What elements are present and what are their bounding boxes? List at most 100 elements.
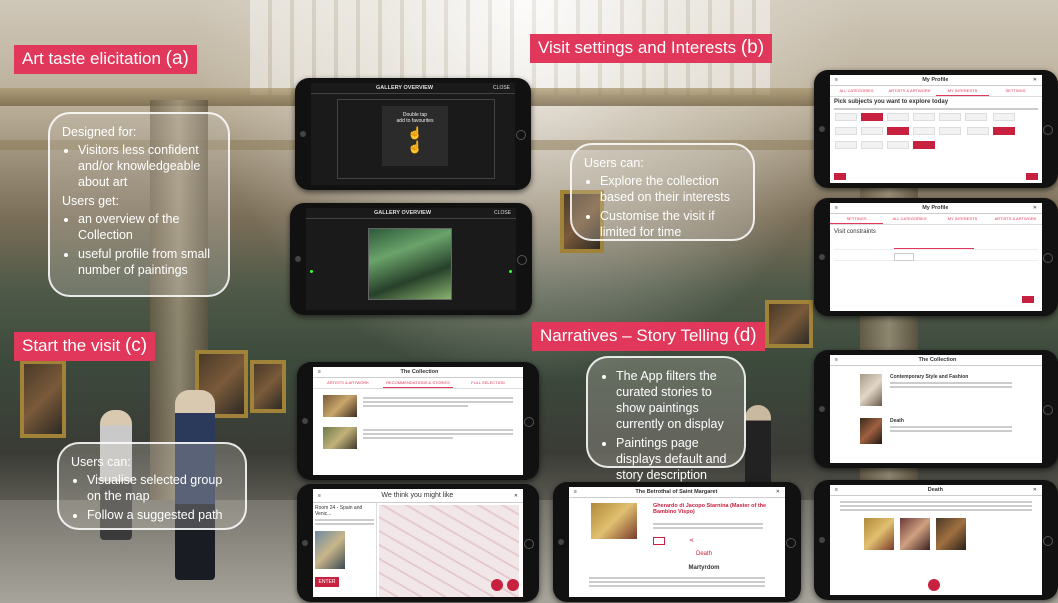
profile-tabs: ALL CATEGORIES ARTISTS & ARTWORK MY INTE… [830, 86, 1042, 97]
subject-chip[interactable] [913, 127, 935, 135]
screen-title: GALLERY OVERVIEW [374, 210, 432, 216]
story-item[interactable]: Death [830, 414, 1042, 448]
subject-chip[interactable] [965, 113, 987, 121]
section-letter: (c) [124, 335, 148, 356]
phone-collection-recommendations: ≡ The Collection ARTISTS & ARTWORK RECOMM… [297, 362, 539, 480]
location-fab[interactable] [491, 579, 503, 591]
room-thumbnail [315, 531, 345, 569]
visit-constraints-heading: Visit constraints [834, 229, 876, 235]
section-title-text: Narratives – Story Telling [540, 326, 734, 345]
phone-my-profile-interests: ≡ My Profile ✕ ALL CATEGORIES ARTISTS & AR… [814, 70, 1058, 188]
subject-chip[interactable] [992, 113, 1015, 121]
close-icon[interactable]: ✕ [514, 493, 518, 499]
story-image[interactable] [900, 518, 930, 550]
close-icon[interactable]: ✕ [1033, 77, 1037, 83]
tab-my-interests[interactable]: MY INTERESTS [936, 214, 989, 224]
section-title-art-taste: Art taste elicitation (a) [14, 45, 197, 74]
story-item[interactable] [313, 423, 523, 453]
next-button[interactable] [1022, 296, 1034, 303]
phone-screen: ≡ The Betrothal of Saint Margaret ✕ Gherar… [569, 487, 785, 597]
pick-subjects-heading: Pick subjects you want to explore today [834, 99, 949, 105]
section-letter: (a) [165, 48, 189, 69]
subject-chip[interactable] [992, 127, 1015, 135]
close-button[interactable]: CLOSE [494, 210, 511, 216]
tab-all-categories[interactable]: ALL CATEGORIES [883, 214, 936, 224]
subject-chip[interactable] [887, 113, 909, 121]
route-fab[interactable] [507, 579, 519, 591]
story-thumbnail [323, 395, 357, 417]
close-icon[interactable]: ✕ [1033, 205, 1037, 211]
play-fab[interactable] [928, 579, 940, 591]
subject-chips [830, 111, 1042, 153]
section-title-start-visit: Start the visit (c) [14, 332, 156, 361]
room-panel: Room 24 - Spain and Venic... ENTER [313, 503, 377, 597]
gallery-painting [20, 360, 66, 438]
note-bullet: Explore the collection based on their in… [600, 173, 741, 205]
story-title: Contemporary Style and Fashion [890, 374, 969, 380]
note-heading: Designed for: [62, 125, 137, 139]
next-button[interactable] [1026, 173, 1038, 180]
story-thumbnail [323, 427, 357, 449]
section-title-narratives: Narratives – Story Telling (d) [532, 322, 765, 351]
constraint-row[interactable] [834, 241, 1038, 250]
subject-chip[interactable] [887, 127, 909, 135]
tap-hint: Double tap add to favourites ☝ ☝ [382, 106, 448, 166]
nav-dot-icon[interactable] [310, 270, 313, 273]
story-image[interactable] [864, 518, 894, 550]
close-icon[interactable]: ✕ [776, 489, 780, 495]
tab-full-selection[interactable]: FULL SELECTION [453, 378, 523, 388]
tab-recommendations[interactable]: RECOMMENDATIONS & STORIES [383, 378, 453, 388]
subject-chip[interactable] [939, 127, 961, 135]
subject-chip[interactable] [835, 127, 857, 135]
phone-screen: GALLERY OVERVIEW CLOSE Double tap add to … [311, 83, 515, 185]
story-item[interactable]: Contemporary Style and Fashion [830, 366, 1042, 414]
note-visit-settings: Users can: Explore the collection based … [570, 143, 755, 241]
note-bullet: useful profile from small number of pain… [78, 246, 216, 278]
subject-chip[interactable] [835, 113, 857, 121]
close-button[interactable]: CLOSE [493, 85, 510, 91]
note-bullet: Paintings page displays default and stor… [616, 435, 732, 483]
screen-title: My Profile [922, 205, 949, 211]
subject-chip[interactable] [887, 141, 909, 149]
story-image[interactable] [936, 518, 966, 550]
story-images [830, 516, 1042, 552]
note-heading: Users can: [584, 156, 644, 170]
subject-chip[interactable] [861, 127, 883, 135]
constraint-row[interactable] [834, 252, 1038, 261]
subject-chip[interactable] [861, 141, 883, 149]
section-letter: (d) [733, 325, 757, 346]
back-button[interactable] [834, 173, 846, 180]
note-bullet: The App filters the curated stories to s… [616, 368, 732, 432]
tab-artists[interactable]: ARTISTS & ARTWORK [883, 86, 936, 96]
screen-title: We think you might like [381, 492, 454, 499]
subject-chip[interactable] [913, 141, 935, 149]
enter-button[interactable]: ENTER [315, 577, 339, 587]
subject-chip[interactable] [835, 141, 857, 149]
phone-painting-detail: ≡ The Betrothal of Saint Margaret ✕ Gherar… [553, 482, 801, 602]
close-icon[interactable]: ✕ [1033, 487, 1037, 493]
note-bullet: Follow a suggested path [87, 507, 233, 523]
tab-settings[interactable]: SETTINGS [989, 86, 1042, 96]
nav-dot-icon[interactable] [509, 270, 512, 273]
tab-all-categories[interactable]: ALL CATEGORIES [830, 86, 883, 96]
note-heading: Users get: [62, 194, 119, 208]
painting-image[interactable] [368, 228, 452, 300]
share-icon[interactable]: ⋖ [689, 537, 694, 544]
story-subheading: Martyrdom [688, 565, 720, 571]
tab-settings[interactable]: SETTINGS [830, 214, 883, 224]
subject-chip[interactable] [966, 127, 989, 135]
tab-artists[interactable]: ARTISTS & ARTWORK [313, 378, 383, 388]
subject-chip[interactable] [939, 113, 961, 121]
artist-name: Gherardo di Jacopo Starnina (Master of t… [653, 503, 767, 515]
favourite-icon[interactable] [653, 537, 665, 545]
text-line [834, 108, 1038, 110]
note-heading: Users can: [71, 455, 131, 469]
tab-artists[interactable]: ARTISTS & ARTWORK [989, 214, 1042, 224]
screen-title: The Betrothal of Saint Margaret [635, 489, 718, 495]
phone-gallery-overview-2: GALLERY OVERVIEW CLOSE [290, 203, 532, 315]
story-item[interactable] [313, 389, 523, 423]
story-thumbnail [860, 374, 882, 406]
tab-my-interests[interactable]: MY INTERESTS [936, 86, 989, 96]
subject-chip[interactable] [861, 113, 883, 121]
subject-chip[interactable] [913, 113, 935, 121]
